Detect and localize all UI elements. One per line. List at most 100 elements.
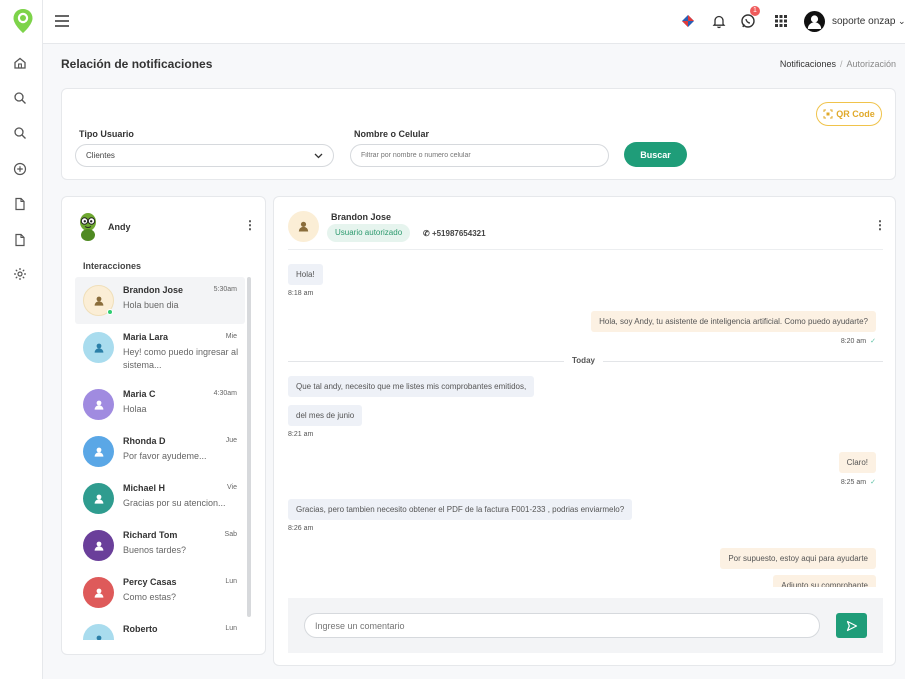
user-icon (94, 494, 103, 504)
message-preview: Hola buen dia (123, 300, 179, 310)
more-options-icon[interactable]: ⋮ (874, 219, 886, 231)
interacciones-title: Interacciones (83, 261, 142, 271)
user-icon (94, 343, 103, 353)
list-item[interactable]: Maria C 4:30am Holaa (75, 381, 245, 428)
message-time: Vie (227, 484, 237, 491)
filter-card: QR Code Tipo Usuario Clientes Nombre o C… (61, 88, 896, 180)
message-time: 4:30am (213, 390, 237, 397)
outgoing-message: Por supuesto, estoy aqui para ayudarte (720, 548, 876, 569)
interactions-list: Brandon Jose 5:30am Hola buen dia Maria Lar… (75, 277, 247, 640)
user-avatar[interactable] (804, 11, 825, 32)
outgoing-message: Claro! (838, 452, 876, 473)
qr-code-button[interactable]: QR Code (816, 102, 882, 126)
online-indicator (107, 309, 113, 315)
search-icon[interactable] (13, 91, 27, 105)
flag-icon[interactable] (680, 13, 696, 29)
document-icon[interactable] (13, 197, 27, 211)
contact-avatar (83, 436, 114, 467)
add-circle-icon[interactable] (13, 162, 27, 176)
bell-icon[interactable] (711, 13, 727, 29)
message-time: 8:20 am ✓ (841, 337, 876, 345)
tipo-usuario-value: Clientes (86, 151, 115, 160)
chevron-down-icon[interactable]: ⌄ (898, 16, 905, 27)
contact-name: Richard Tom (123, 530, 178, 540)
message-time: Mie (225, 333, 237, 340)
contact-name: Brandon Jose (123, 285, 184, 295)
message-preview: Holaa (123, 404, 147, 414)
user-icon (94, 400, 103, 410)
today-label: Today (564, 356, 603, 365)
message-preview: Como estas? (123, 592, 177, 602)
page-title: Relación de notificaciones (61, 57, 213, 71)
settings-icon[interactable] (13, 267, 27, 281)
user-icon (94, 588, 103, 598)
message-time: 5:30am (213, 286, 237, 293)
message-time: Lun (225, 625, 237, 632)
user-icon (96, 635, 101, 640)
list-item[interactable]: Brandon Jose 5:30am Hola buen dia (75, 277, 245, 324)
message-time: Sab (224, 531, 237, 538)
chevron-down-icon (314, 153, 323, 158)
interactions-panel: Andy ⋮ Interacciones Brandon Jose 5:30am H… (61, 196, 266, 655)
contact-name: Brandon Jose (331, 212, 392, 222)
time-text: 8:25 am (840, 479, 867, 486)
incoming-message: Hola! (288, 264, 323, 285)
breadcrumb: Notificaciones / Autorización (780, 59, 896, 69)
interactions-scrollbar[interactable] (247, 277, 251, 617)
contact-avatar (83, 624, 114, 640)
contact-name: Percy Casas (123, 577, 177, 587)
check-icon: ✓ (870, 479, 876, 486)
incoming-message: Gracias, pero tambien necesito obtener e… (288, 499, 633, 520)
list-item[interactable]: Rhonda D Jue Por favor ayudeme... (75, 428, 245, 475)
send-icon (846, 620, 857, 631)
apps-grid-icon[interactable] (773, 13, 789, 29)
more-options-icon[interactable]: ⋮ (244, 219, 256, 231)
send-button[interactable] (836, 613, 867, 638)
user-icon (94, 296, 103, 306)
user-name[interactable]: soporte onzap (832, 16, 895, 27)
message-list: Today Hola! 8:18 am Hola, soy Andy, tu asi… (274, 250, 895, 587)
contact-avatar (83, 332, 114, 363)
notification-badge: 1 (750, 6, 760, 16)
time-text: 8:20 am (840, 338, 867, 345)
contact-avatar (83, 577, 114, 608)
list-item[interactable]: Maria Lara Mie Hey! como puedo ingresar al… (75, 324, 245, 371)
list-item[interactable]: Michael H Vie Gracias por su atencion... (75, 475, 245, 522)
breadcrumb-item-autorizacion: Autorización (846, 59, 896, 69)
tipo-usuario-select[interactable]: Clientes (75, 144, 334, 167)
message-time: Lun (225, 578, 237, 585)
comment-input[interactable] (304, 613, 820, 638)
list-item[interactable]: Roberto Lun (75, 616, 245, 640)
message-time: 8:25 am ✓ (841, 478, 876, 486)
phone-number: +51987654321 (431, 229, 486, 238)
message-preview: Buenos tardes? (123, 545, 187, 555)
home-icon[interactable] (13, 56, 27, 70)
user-icon (298, 221, 309, 232)
contact-avatar (83, 389, 114, 420)
outgoing-message: Hola, soy Andy, tu asistente de intelige… (591, 311, 876, 332)
agent-name: Andy (108, 222, 131, 232)
topbar: 1 soporte onzap ⌄ (43, 0, 905, 44)
outgoing-message: Adjunto su comprobante (773, 575, 876, 587)
message-time: 8:21 am (288, 431, 314, 438)
list-item[interactable]: Richard Tom Sab Buenos tardes? (75, 522, 245, 569)
incoming-message: Que tal andy, necesito que me listes mis… (288, 376, 535, 397)
logo-pin-icon[interactable] (12, 8, 34, 34)
contact-name: Maria C (123, 389, 156, 399)
document-icon[interactable] (13, 233, 27, 247)
left-rail (0, 0, 43, 679)
nombre-celular-label: Nombre o Celular (354, 129, 430, 139)
menu-icon[interactable] (55, 15, 69, 27)
qr-code-label: QR Code (836, 109, 875, 119)
nombre-celular-input[interactable] (350, 144, 609, 167)
buscar-button[interactable]: Buscar (624, 142, 687, 167)
breadcrumb-item-notificaciones[interactable]: Notificaciones (780, 59, 836, 69)
phone-icon: ✆ (423, 229, 430, 238)
user-icon (94, 541, 103, 551)
message-time: 8:18 am (288, 290, 314, 297)
list-item[interactable]: Percy Casas Lun Como estas? (75, 569, 245, 616)
search-icon[interactable] (13, 126, 27, 140)
agent-avatar (80, 213, 96, 241)
message-preview: Hey! como puedo ingresar al sistema... (123, 347, 239, 370)
tipo-usuario-label: Tipo Usuario (79, 129, 134, 139)
